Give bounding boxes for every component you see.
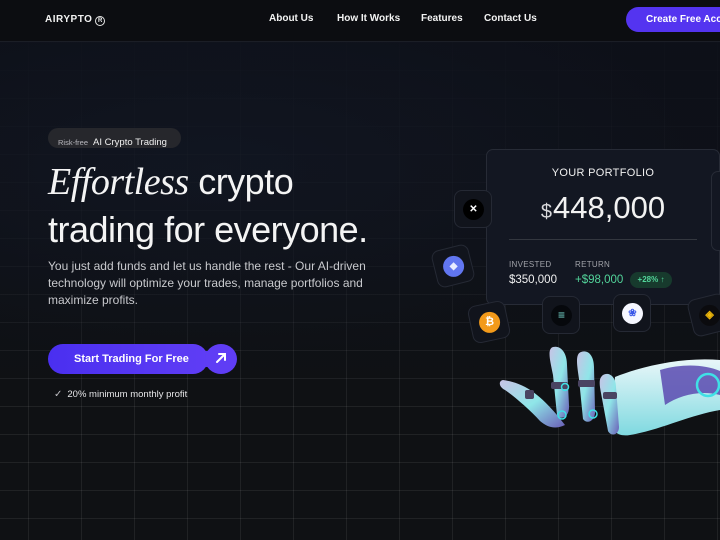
logo[interactable]: AIRYPTO R xyxy=(45,14,106,26)
portfolio-value: $448,000 xyxy=(487,190,719,226)
return-value: +$98,000 xyxy=(575,274,624,286)
create-account-button[interactable]: Create Free Account xyxy=(626,7,720,32)
headline-line1: crypto xyxy=(188,161,294,202)
card-divider xyxy=(509,239,697,240)
bitcoin-icon: ₿ xyxy=(479,311,501,333)
coin-tile-x: ✕ xyxy=(454,190,492,228)
coin-tile-cardano: ❀ xyxy=(613,294,651,332)
binance-icon: ◈ xyxy=(699,304,720,326)
invested-value: $350,000 xyxy=(509,274,557,286)
ethereum-icon: ◆ xyxy=(443,255,465,277)
solana-icon: ≡ xyxy=(551,305,572,326)
headline-italic: Effortless xyxy=(48,161,189,203)
coin-tile-solana: ≡ xyxy=(542,296,580,334)
portfolio-card: YOUR PORTFOLIO $448,000 INVESTED $350,00… xyxy=(486,149,720,305)
portfolio-title: YOUR PORTFOLIO xyxy=(551,167,655,179)
badge-ai-trading: AI Crypto Trading xyxy=(93,137,167,148)
start-trading-button[interactable]: Start Trading For Free xyxy=(48,344,208,374)
nav-about-us[interactable]: About Us xyxy=(269,13,313,24)
return-label: RETURN xyxy=(575,260,611,269)
hero-badge: Risk-free AI Crypto Trading xyxy=(48,128,181,148)
side-card xyxy=(711,171,720,251)
hero-subtext: You just add funds and let us handle the… xyxy=(48,259,366,307)
nav-features[interactable]: Features xyxy=(421,13,463,24)
arrow-up-right-icon[interactable] xyxy=(205,344,237,374)
headline-line2: trading for everyone. xyxy=(48,209,368,250)
perk-item: ✓ 20% minimum monthly profit xyxy=(54,389,187,400)
x-coin-icon: ✕ xyxy=(463,199,484,220)
nav-contact-us[interactable]: Contact Us xyxy=(484,13,537,24)
currency-symbol: $ xyxy=(540,201,553,223)
nav-how-it-works[interactable]: How It Works xyxy=(337,13,400,24)
cardano-icon: ❀ xyxy=(622,303,643,324)
checkmark-icon: ✓ xyxy=(54,389,63,400)
hero-headline: Effortless crypto trading for everyone. xyxy=(48,158,368,254)
badge-risk-free: Risk-free xyxy=(58,138,89,147)
perk-text: 20% minimum monthly profit xyxy=(67,389,188,400)
return-percent-badge: +28% ↑ xyxy=(630,272,672,288)
logo-text: AIRYPTO xyxy=(45,14,93,25)
robot-hand-illustration xyxy=(499,346,720,436)
registered-mark-icon: R xyxy=(95,16,106,26)
top-nav-bar: AIRYPTO R About Us How It Works Features … xyxy=(0,0,720,42)
portfolio-amount: 448,000 xyxy=(553,190,666,225)
invested-label: INVESTED xyxy=(509,260,552,269)
